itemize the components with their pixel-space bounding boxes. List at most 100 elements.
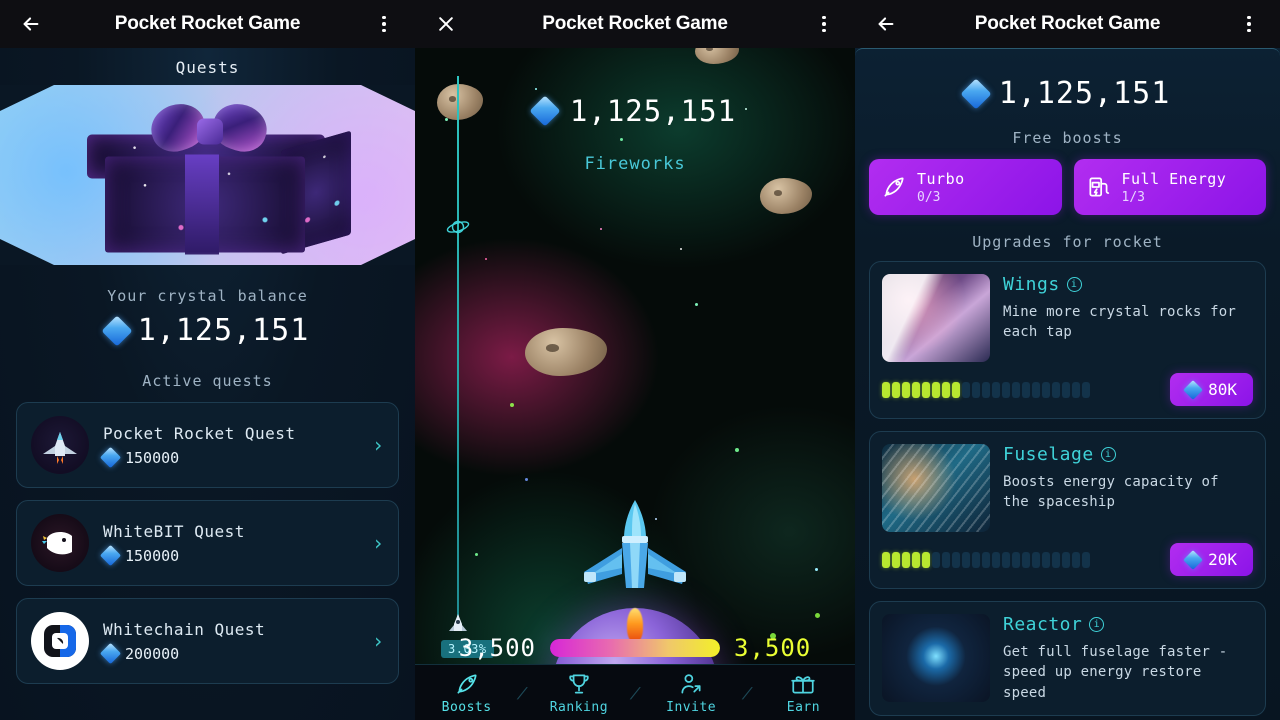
progress-segment [982,381,990,398]
buy-button[interactable]: 20K [1170,543,1253,576]
nav-item-invite[interactable]: Invite [640,671,743,715]
list-item[interactable]: Whitechain Quest 200000 › [16,598,399,684]
back-arrow-icon[interactable] [14,7,48,41]
chevron-right-icon[interactable]: › [372,433,384,457]
progress-segment [1002,551,1010,568]
chevron-right-icon[interactable]: › [372,629,384,653]
progress-segment [1012,381,1020,398]
boosts-appbar: Pocket Rocket Game [855,0,1280,48]
upgrade-price: 20K [1208,550,1237,569]
crystal-gem-icon [99,446,122,469]
back-arrow-icon[interactable] [869,7,903,41]
upgrades-label: Upgrades for rocket [972,233,1163,251]
page-title: Pocket Rocket Game [974,13,1161,34]
balance-row: 1,125,151 [0,313,415,348]
boosts-body: 1,125,151 Free boosts Turbo 0/3 Full Ene… [855,48,1280,720]
progress-segment [1052,381,1060,398]
chevron-right-icon[interactable]: › [372,531,384,555]
progress-segment [1072,381,1080,398]
crystal-gem-icon [99,642,122,665]
progress-segment [1052,551,1060,568]
progress-segment [1012,551,1020,568]
whitechain-avatar-icon [31,612,89,670]
rocket-avatar-icon [31,416,89,474]
nav-label: Earn [786,699,821,715]
progress-segment [902,381,910,398]
progress-segment [952,381,960,398]
bottom-nav: Boosts / Ranking / Invite / Earn [415,664,855,720]
kebab-menu-icon[interactable] [1232,7,1266,41]
energy-max: 3,500 [734,634,812,662]
free-boosts-row: Turbo 0/3 Full Energy 1/3 [855,147,1280,215]
progress-segment [1022,551,1030,568]
progress-segment [952,551,960,568]
upgrade-progress-bar [882,551,1090,568]
list-item[interactable]: Pocket Rocket Quest 150000 › [16,402,399,488]
fuel-pump-icon [1088,177,1109,197]
info-icon[interactable]: i [1089,617,1105,632]
active-quests-label: Active quests [142,372,273,390]
progress-segment [882,381,890,398]
list-item[interactable]: Wings i Mine more crystal rocks for each… [869,261,1266,419]
player-spaceship-icon[interactable] [570,496,700,606]
progress-segment [1042,551,1050,568]
kebab-menu-icon[interactable] [807,7,841,41]
crystal-gem-icon [99,544,122,567]
quest-reward: 200000 [99,642,358,665]
info-icon[interactable]: i [1066,277,1082,292]
quest-reward: 150000 [99,544,358,567]
energy-row: 3,500 3,500 [415,634,855,662]
quest-reward: 150000 [99,446,358,469]
nav-label: Boosts [441,699,492,715]
score-value: 1,125,151 [569,94,737,128]
upgrade-price: 80K [1208,380,1237,399]
upgrade-name: Fuselage [1003,444,1094,465]
score-row: 1,125,151 [415,94,855,128]
quests-section-title: Quests [175,58,240,77]
list-item[interactable]: Reactor i Get full fuselage faster - spe… [869,601,1266,716]
progress-segment [1062,551,1070,568]
full-energy-boost-button[interactable]: Full Energy 1/3 [1073,159,1266,215]
crystal-gem-icon [101,314,133,347]
list-item[interactable]: Fuselage i Boosts energy capacity of the… [869,431,1266,589]
info-icon[interactable]: i [1100,447,1116,462]
boost-count: 0/3 [917,189,941,205]
progress-segment [912,551,920,568]
progress-segment [972,381,980,398]
energy-current: 3,500 [458,634,536,662]
progress-track [457,76,459,624]
kebab-menu-icon[interactable] [367,7,401,41]
nav-item-ranking[interactable]: Ranking [527,671,630,715]
progress-segment [932,381,940,398]
list-item[interactable]: WhiteBIT Quest 150000 › [16,500,399,586]
buy-button[interactable]: 80K [1170,373,1253,406]
nav-item-boosts[interactable]: Boosts [415,671,518,715]
upgrade-name-row: Wings i [1003,274,1253,295]
crystal-gem-icon [1183,549,1203,570]
upgrade-name-row: Fuselage i [1003,444,1253,465]
progress-segment [1032,551,1040,568]
nav-label: Invite [666,699,717,715]
quest-reward-value: 150000 [125,546,180,565]
energy-bar [550,639,720,657]
quest-reward-value: 200000 [125,644,180,663]
nav-item-earn[interactable]: Earn [752,671,855,715]
boosts-screen: Pocket Rocket Game 1,125,151 Free boosts… [855,0,1280,720]
turbo-boost-button[interactable]: Turbo 0/3 [869,159,1062,215]
progress-segment [892,551,900,568]
balance-value: 1,125,151 [998,76,1171,111]
progress-segment [942,551,950,568]
progress-segment [942,381,950,398]
boost-count: 1/3 [1121,189,1145,205]
progress-segment [1032,381,1040,398]
quest-reward-value: 150000 [125,448,180,467]
progress-segment [922,551,930,568]
progress-segment [992,381,1000,398]
quests-appbar: Pocket Rocket Game [0,0,415,48]
progress-segment [962,551,970,568]
progress-segment [962,381,970,398]
page-title: Pocket Rocket Game [542,13,728,34]
close-icon[interactable] [429,7,463,41]
game-canvas[interactable]: 1,125,151 Fireworks 3.03% 3,500 3,500 Bo… [415,48,855,720]
upgrade-progress-bar [882,381,1090,398]
